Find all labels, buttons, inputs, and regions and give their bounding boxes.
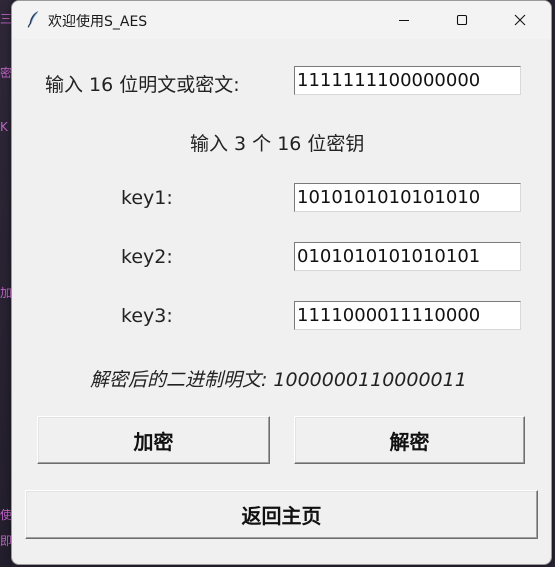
key2-label: key2: xyxy=(121,246,173,268)
keys-heading: 输入 3 个 16 位密钥 xyxy=(190,133,365,155)
input-text-label: 输入 16 位明文或密文: xyxy=(45,74,240,96)
s-aes-window: 欢迎使用S_AES 输入 16 位明文或密文: 1111111100000000… xyxy=(11,0,552,565)
key2-field[interactable]: 0101010101010101 xyxy=(294,242,521,271)
result-line: 解密后的二进制明文: 1000000110000011 xyxy=(90,365,467,392)
result-value: 1000000110000011 xyxy=(273,369,467,391)
result-label: 解密后的二进制明文: xyxy=(90,369,268,391)
feather-icon xyxy=(27,11,39,28)
maximize-icon xyxy=(456,14,468,26)
maximize-button[interactable] xyxy=(439,1,485,39)
close-icon xyxy=(514,14,526,26)
encrypt-button[interactable]: 加密 xyxy=(37,416,270,464)
key1-field[interactable]: 1010101010101010 xyxy=(294,183,521,212)
title-bar[interactable]: 欢迎使用S_AES xyxy=(12,1,551,39)
key3-field[interactable]: 1111000011110000 xyxy=(294,301,521,330)
background-glyph: K xyxy=(0,120,8,134)
minimize-icon xyxy=(399,20,409,21)
close-button[interactable] xyxy=(497,1,543,39)
minimize-button[interactable] xyxy=(381,1,427,39)
back-to-home-button[interactable]: 返回主页 xyxy=(25,490,538,539)
key1-label: key1: xyxy=(121,187,173,209)
input-text-field[interactable]: 1111111100000000 xyxy=(294,66,521,95)
window-title: 欢迎使用S_AES xyxy=(48,14,148,30)
key3-label: key3: xyxy=(121,305,173,327)
decrypt-button[interactable]: 解密 xyxy=(294,416,525,464)
